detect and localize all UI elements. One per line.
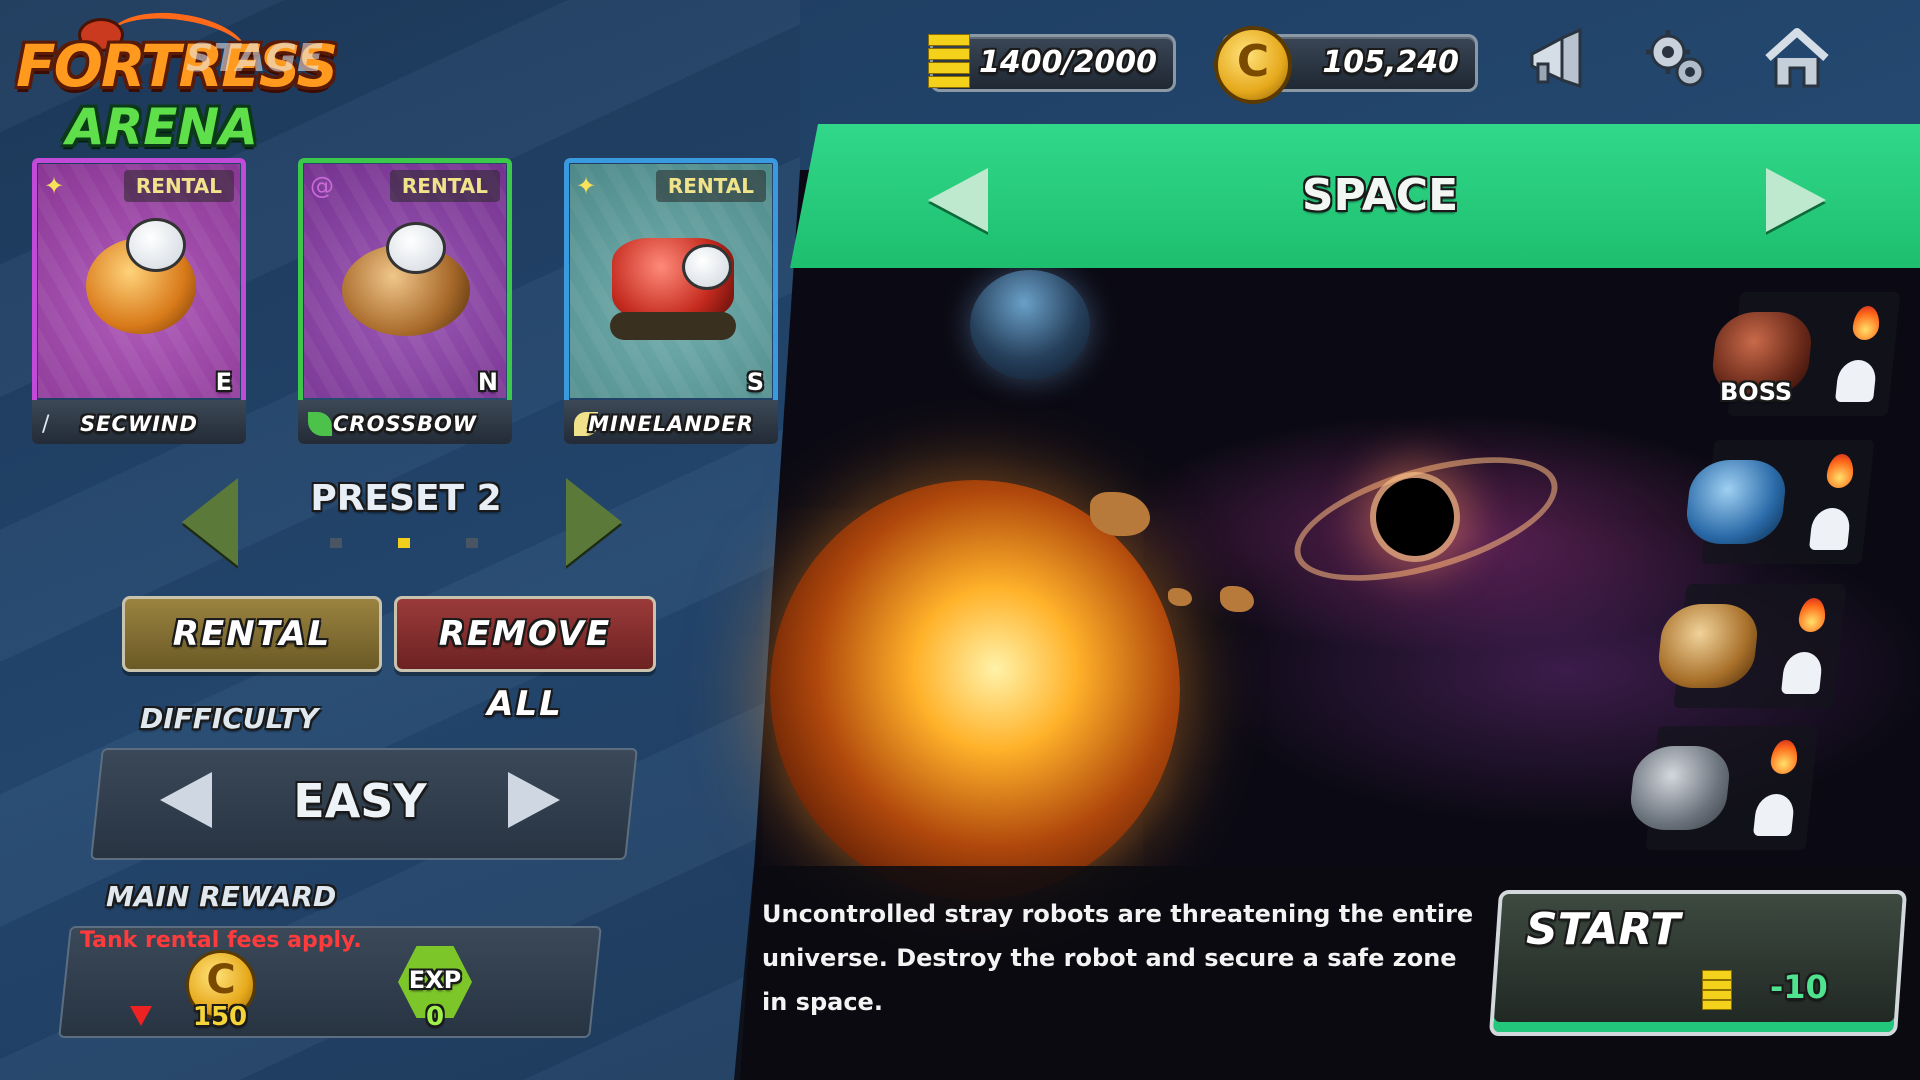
star-icon: ✦ xyxy=(576,172,597,200)
exploding-planet-image xyxy=(770,480,1180,900)
tank-name: SECWIND xyxy=(80,412,198,436)
difficulty-prev-button[interactable] xyxy=(160,772,212,828)
fire-icon xyxy=(1769,740,1800,774)
enemy-slot[interactable] xyxy=(1627,726,1819,850)
rental-tag: RENTAL xyxy=(123,170,234,202)
enemy-slot[interactable] xyxy=(1683,440,1875,564)
tank-card-minelander[interactable]: ✦ RENTAL S MINELANDER xyxy=(564,158,778,444)
stage-header-label: STAGE xyxy=(186,36,323,80)
rental-tag: RENTAL xyxy=(655,170,766,202)
ghost-icon xyxy=(1834,360,1878,402)
ghost-icon xyxy=(1780,652,1824,694)
ghost-icon xyxy=(1808,508,1852,550)
tank-grade: S xyxy=(746,368,764,396)
start-energy-cost: -10 xyxy=(1770,968,1828,1006)
rental-button[interactable]: RENTAL xyxy=(122,596,382,672)
stage-name: SPACE xyxy=(1301,170,1459,221)
planet-image xyxy=(970,270,1090,380)
preset-page-dot xyxy=(330,538,342,548)
difficulty-label: DIFFICULTY xyxy=(140,702,319,735)
coin-value: 105,240 xyxy=(1322,45,1459,80)
stage-description: Uncontrolled stray robots are threatenin… xyxy=(762,900,1474,1016)
remove-all-button[interactable]: REMOVE ALL xyxy=(394,596,656,724)
logo-text-arena: ARENA xyxy=(66,98,258,156)
difficulty-value: EASY xyxy=(293,774,427,828)
tank-grade: N xyxy=(477,368,498,396)
tank-card-secwind[interactable]: ✦ RENTAL E / SECWIND xyxy=(32,158,246,444)
tank-name: CROSSBOW xyxy=(333,412,477,436)
preset-page-dot xyxy=(466,538,478,548)
home-icon[interactable] xyxy=(1762,24,1832,94)
exp-reward-amount: 0 xyxy=(425,1002,445,1032)
fire-icon xyxy=(1825,454,1856,488)
star-icon: ✦ xyxy=(44,172,65,200)
preset-page-dot-active xyxy=(398,538,410,548)
coin-reward-amount: 150 xyxy=(192,1002,248,1032)
megaphone-icon[interactable] xyxy=(1524,24,1594,94)
energy-value: 1400/2000 xyxy=(979,45,1157,80)
preset-label: PRESET 2 xyxy=(310,478,502,519)
black-hole-image xyxy=(1376,478,1454,556)
start-label: START xyxy=(1526,904,1681,955)
enemy-slot[interactable] xyxy=(1655,584,1847,708)
difficulty-next-button[interactable] xyxy=(508,772,560,828)
tank-name: MINELANDER xyxy=(588,412,754,436)
battery-icon xyxy=(1700,966,1734,1012)
stage-prev-button[interactable] xyxy=(928,168,988,232)
down-arrow-icon xyxy=(130,1006,152,1026)
tank-grade: E xyxy=(215,368,232,396)
rental-tag: RENTAL xyxy=(389,170,500,202)
preset-prev-button[interactable] xyxy=(182,478,238,566)
coin-icon: C xyxy=(1214,26,1292,104)
battery-icon xyxy=(922,24,974,96)
main-reward-label: MAIN REWARD xyxy=(106,880,337,913)
fire-icon xyxy=(1797,598,1828,632)
fire-icon xyxy=(1851,306,1882,340)
asteroid xyxy=(1168,588,1192,606)
tank-card-crossbow[interactable]: @ RENTAL N CROSSBOW xyxy=(298,158,512,444)
stage-next-button[interactable] xyxy=(1766,168,1826,232)
gear-icon[interactable] xyxy=(1642,24,1712,94)
ghost-icon xyxy=(1752,794,1796,836)
boss-label: BOSS xyxy=(1720,378,1793,406)
game-logo: FORTRESS ARENA xyxy=(8,4,338,160)
swirl-icon: @ xyxy=(310,172,334,200)
preset-next-button[interactable] xyxy=(566,478,622,566)
